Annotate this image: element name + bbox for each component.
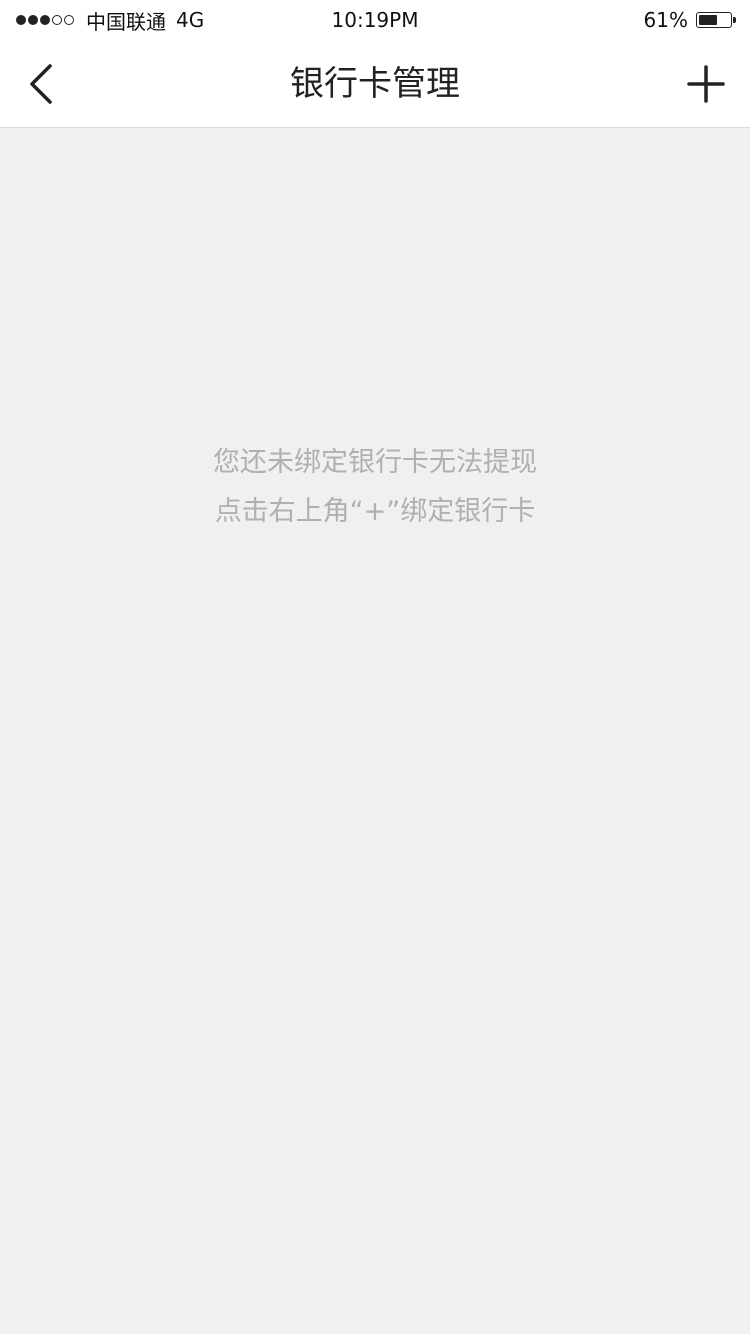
battery-level-fill: [699, 15, 717, 25]
plus-icon: [687, 65, 725, 103]
empty-state: 您还未绑定银行卡无法提现 点击右上角“+”绑定银行卡: [0, 440, 750, 538]
add-bank-card-button[interactable]: [676, 54, 736, 114]
back-button[interactable]: [14, 54, 74, 114]
battery-percent: 61%: [643, 8, 688, 32]
page-title: 银行卡管理: [290, 64, 460, 104]
battery-cap: [733, 17, 736, 23]
empty-state-hint: 点击右上角“+”绑定银行卡: [214, 496, 536, 527]
status-right: 61%: [643, 0, 736, 40]
empty-state-message: 您还未绑定银行卡无法提现: [213, 447, 537, 478]
navigation-bar: 银行卡管理: [0, 40, 750, 128]
status-time: 10:19PM: [331, 8, 419, 32]
chevron-left-icon: [30, 64, 52, 104]
battery-icon: [696, 12, 736, 28]
status-bar: 中国联通 4G 10:19PM 61%: [0, 0, 750, 40]
